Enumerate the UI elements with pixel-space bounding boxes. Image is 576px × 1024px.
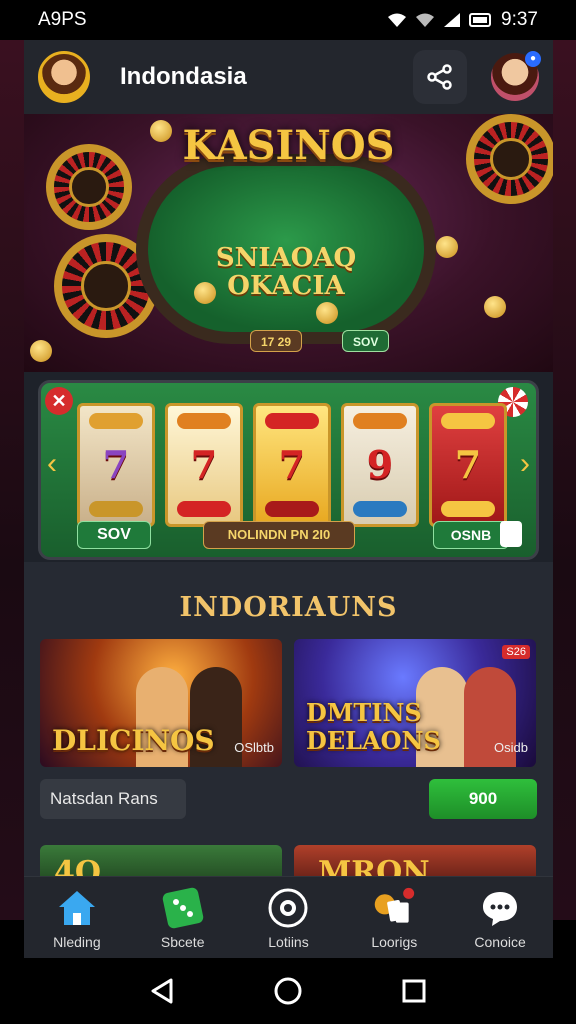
bottom-nav: Nleding Sbcete Lotiins Loorigs Conoice [24,876,553,958]
table-text: SNIAOAQ OKACIA [148,244,424,300]
coin-icon [30,340,52,362]
slot-reel: 7 [253,403,331,527]
nav-item-chat[interactable]: Conoice [450,886,550,950]
reel-symbol: 7 [278,442,306,488]
coin-icon [484,296,506,318]
game-card-meta: OSlbtb [234,740,274,755]
system-nav-bar [0,958,576,1024]
recents-icon[interactable] [401,978,427,1004]
cards-icon [372,886,416,930]
game-card-title: DLICINOS [52,724,215,757]
game-card-tag: S26 [502,645,530,659]
slot-reel: 7 [77,403,155,527]
nav-label: Sbcete [160,933,205,950]
poker-table: SNIAOAQ OKACIA [136,154,436,344]
slot-frame: ✕ ‹ › 7 7 7 9 7 SOV NOLINDN PN 2I0 OSNB [38,380,539,560]
battery-icon [469,13,492,27]
hero-pill-right: SOV [342,330,390,352]
status-bar: A9PS 9:37 [0,0,576,40]
hero-pill-left: 17 29 [250,330,303,352]
bar-icon [441,501,495,518]
bar-icon [353,501,407,518]
nav-item-home[interactable]: Nleding [27,886,127,950]
bar-icon [265,501,319,518]
game-card-meta: Osidb [494,740,528,755]
slot-reel: 7 [429,403,507,527]
slot-reel: 9 [341,403,419,527]
reel-symbol: 7 [454,442,482,488]
table-text-line2: OKACIA [227,271,345,301]
dice-icon [161,886,205,930]
share-icon [427,64,452,90]
game-card-title: DMTINS DELAONS [306,698,441,755]
chevron-left-icon[interactable]: ‹ [47,447,57,481]
app-header: Indondasia ● [24,40,553,114]
app-window: Indondasia ● SNIAOAQ OKACIA KASINOS 17 2… [24,40,553,958]
actions-row: Natsdan Rans 900 [24,767,553,819]
status-left-text: A9PS [38,9,87,30]
slot-reel: 7 [165,403,243,527]
nav-item-dice[interactable]: Sbcete [133,886,233,950]
amount-button[interactable]: 900 [429,779,537,819]
slot-reels: 7 7 7 9 7 [77,403,507,527]
bar-icon [89,412,143,429]
slot-right-button[interactable]: OSNB [433,521,509,549]
home-circle-icon[interactable] [273,976,303,1006]
game-cards: DLICINOS OSlbtb S26 DMTINS DELAONS Osidb [24,639,553,767]
signal-icon [444,13,461,27]
profile-avatar[interactable]: ● [491,51,541,101]
bar-icon [265,412,319,429]
nav-label: Loorigs [371,933,418,950]
dice-icon [500,521,522,547]
avatar[interactable] [38,51,90,103]
section-title: INDORIAUNS [179,592,398,623]
notification-dot-icon: ● [525,51,541,67]
status-icons: 9:37 [387,9,538,31]
bar-icon [89,501,143,518]
share-button[interactable] [413,50,467,104]
nav-label: Lotiins [268,933,309,950]
coin-icon [316,302,338,324]
game-card[interactable]: DLICINOS OSlbtb [40,639,282,767]
background-left [0,40,24,920]
home-icon [55,886,99,930]
wifi-icon [416,13,435,27]
chat-icon [478,886,522,930]
filter-field[interactable]: Natsdan Rans [40,779,186,819]
bar-icon [353,412,407,429]
bar-icon [177,501,231,518]
coin-icon [436,236,458,258]
nav-item-cards[interactable]: Loorigs [344,886,444,950]
nav-label: Nleding [53,933,101,950]
nav-label: Conoice [474,933,526,950]
table-text-line1: SNIAOAQ [215,243,357,273]
close-icon[interactable]: ✕ [45,387,73,415]
slot-machine: ✕ ‹ › 7 7 7 9 7 SOV NOLINDN PN 2I0 OSNB [24,372,553,562]
bar-icon [441,412,495,429]
background-right [553,40,576,920]
slot-left-button[interactable]: SOV [77,521,151,549]
reel-symbol: 7 [102,442,130,488]
page-title: Indondasia [120,63,247,90]
chevron-right-icon[interactable]: › [520,447,530,481]
nav-item-camera[interactable]: Lotiins [238,886,338,950]
coin-icon [150,120,172,142]
bar-icon [177,412,231,429]
coin-icon [194,282,216,304]
reel-symbol: 9 [366,442,394,488]
wifi-icon [388,13,407,27]
back-icon[interactable] [149,977,175,1005]
camera-icon [266,886,310,930]
hero-banner[interactable]: SNIAOAQ OKACIA KASINOS 17 29 SOV [24,114,553,372]
status-time: 9:37 [501,9,538,30]
slot-spin-button[interactable]: NOLINDN PN 2I0 [203,521,355,549]
game-card[interactable]: S26 DMTINS DELAONS Osidb [294,639,536,767]
hero-logo: KASINOS [182,122,395,169]
reel-symbol: 7 [190,442,218,488]
